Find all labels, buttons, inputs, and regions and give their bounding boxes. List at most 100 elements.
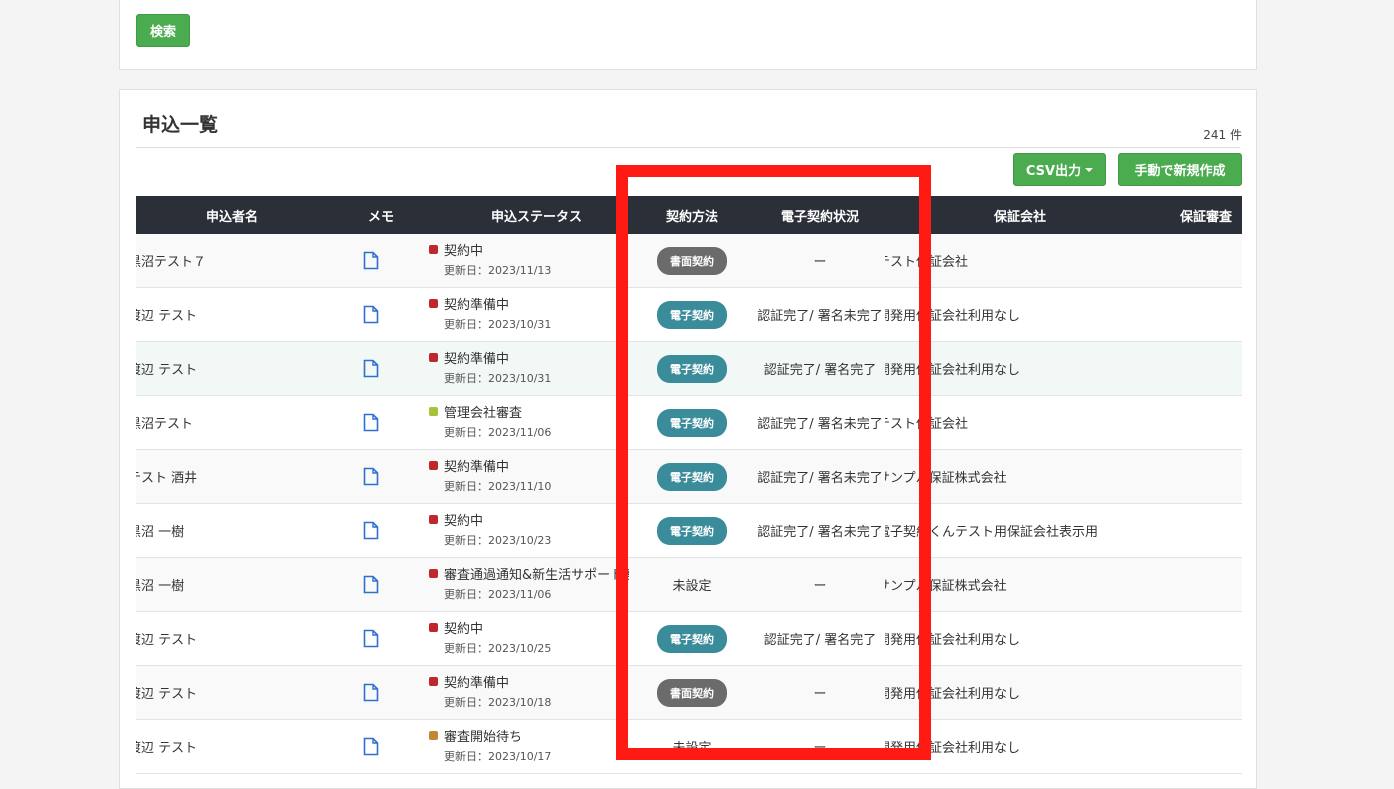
table-row[interactable]: 渡辺 テスト 審査開始待ち 更新日：2023/10/17 未設定 ー 開発用保証… (136, 719, 1242, 774)
document-icon[interactable] (318, 251, 424, 270)
manual-create-button[interactable]: 手動で新規作成 (1118, 153, 1242, 186)
guarantee-review-cell (1115, 611, 1242, 666)
e-contract-status: 認証完了/ 署名未完了 (757, 417, 883, 432)
contract-method-badge: 電子契約 (657, 516, 727, 545)
e-contract-status-cell: ー (755, 557, 885, 612)
applicant-name: テスト 酒井 (136, 471, 198, 486)
caret-down-icon (1085, 167, 1094, 172)
guarantee-review-cell (1115, 287, 1242, 342)
header-guarantor[interactable]: 保証会社 (885, 196, 1115, 234)
table-row[interactable]: 渡辺 テスト 契約準備中 更新日：2023/10/31 電子契約 認証完了/ 署… (136, 287, 1242, 342)
guarantor-cell: 開発用保証会社利用なし (885, 611, 1115, 666)
status-label: 審査通過通知&新生活サポート連携 (444, 567, 629, 583)
applicant-name: 渡辺 テスト (136, 687, 198, 702)
csv-export-label: CSV出力 (1025, 164, 1082, 179)
table-row[interactable]: 黒沼 一樹 契約中 更新日：2023/10/23 電子契約 認証完了/ 署名未完… (136, 503, 1242, 558)
document-icon[interactable] (318, 683, 424, 702)
table-row[interactable]: 渡辺 テスト 契約準備中 更新日：2023/10/18 書面契約 ー 開発用保証… (136, 665, 1242, 720)
applicant-name-cell[interactable]: 黒沼 一樹 (136, 503, 318, 558)
applicant-name-cell[interactable]: 渡辺 テスト (136, 719, 318, 774)
status-indicator (429, 460, 438, 470)
e-contract-status: 認証完了/ 署名未完了 (757, 525, 883, 540)
document-icon[interactable] (318, 521, 424, 540)
status-cell: 契約中 更新日：2023/10/25 (424, 611, 629, 666)
e-contract-status: ー (813, 741, 827, 756)
contract-method-badge: 電子契約 (657, 408, 727, 437)
guarantor-cell: サンプル保証株式会社 (885, 557, 1115, 612)
applicant-name: 黒沼テスト (136, 417, 194, 432)
status-cell: 契約準備中 更新日：2023/10/18 (424, 665, 629, 720)
updated-date: 更新日：2023/10/18 (444, 695, 552, 709)
contract-method-cell: 電子契約 (629, 287, 755, 342)
header-guarantee-review[interactable]: 保証審査 (1115, 196, 1242, 234)
table-row[interactable]: 黒沼 一樹 審査通過通知&新生活サポート連携 更新日：2023/11/06 未設… (136, 557, 1242, 612)
contract-method-cell: 電子契約 (629, 341, 755, 396)
guarantor-name: 開発用保証会社利用なし (885, 633, 1021, 648)
guarantor-name: 開発用保証会社利用なし (885, 363, 1021, 378)
updated-date: 更新日：2023/11/10 (444, 479, 552, 493)
document-icon[interactable] (318, 305, 424, 324)
applicant-name-cell[interactable]: 渡辺 テスト (136, 287, 318, 342)
csv-export-button[interactable]: CSV出力 (1013, 153, 1106, 186)
table-row[interactable]: 黒沼テスト７ 契約中 更新日：2023/11/13 書面契約 ー テスト保証会社 (136, 234, 1242, 288)
guarantor-name: テスト保証会社 (885, 255, 969, 270)
guarantor-cell: 開発用保証会社利用なし (885, 719, 1115, 774)
header-contract-method[interactable]: 契約方法 (629, 196, 755, 234)
contract-method-cell: 電子契約 (629, 503, 755, 558)
table-row[interactable]: テスト 酒井 契約準備中 更新日：2023/11/10 電子契約 認証完了/ 署… (136, 449, 1242, 504)
status-label: 契約中 (444, 513, 484, 529)
e-contract-status-cell: 認証完了/ 署名未完了 (755, 503, 885, 558)
memo-cell (318, 395, 424, 450)
applicant-name-cell[interactable]: 渡辺 テスト (136, 611, 318, 666)
search-button[interactable]: 検索 (136, 14, 190, 47)
status-indicator (429, 676, 438, 686)
document-icon[interactable] (318, 575, 424, 594)
table-row[interactable]: 黒沼テスト 管理会社審査 更新日：2023/11/06 電子契約 認証完了/ 署… (136, 395, 1242, 450)
contract-method-badge: 電子契約 (657, 300, 727, 329)
table-row[interactable]: 渡辺 テスト 契約準備中 更新日：2023/10/31 電子契約 認証完了/ 署… (136, 341, 1242, 396)
guarantor-name: テスト保証会社 (885, 417, 969, 432)
document-icon[interactable] (318, 467, 424, 486)
updated-date: 更新日：2023/11/13 (444, 263, 552, 277)
status-indicator (429, 568, 438, 578)
document-icon[interactable] (318, 359, 424, 378)
applicant-name-cell[interactable]: テスト 酒井 (136, 449, 318, 504)
document-icon[interactable] (318, 629, 424, 648)
guarantor-cell: テスト保証会社 (885, 234, 1115, 288)
status-label: 契約準備中 (444, 297, 510, 313)
updated-date: 更新日：2023/10/31 (444, 371, 552, 385)
applicant-name-cell[interactable]: 渡辺 テスト (136, 341, 318, 396)
guarantor-name: 電子契約くんテスト用保証会社表示用 (885, 525, 1099, 540)
applicant-name-cell[interactable]: 渡辺 テスト (136, 665, 318, 720)
header-e-contract-status[interactable]: 電子契約状況 (755, 196, 885, 234)
guarantor-cell: 開発用保証会社利用なし (885, 287, 1115, 342)
document-icon[interactable] (318, 737, 424, 756)
application-table-wrapper: 申込者名 メモ 申込ステータス 契約方法 電子契約状況 保証会社 保証審査 黒沼… (136, 196, 1242, 788)
total-count: 241 件 (1203, 128, 1242, 142)
header-name[interactable]: 申込者名 (136, 196, 318, 234)
e-contract-status: 認証完了/ 署名完了 (763, 633, 877, 648)
e-contract-status-cell: ー (755, 234, 885, 288)
contract-method-text: 未設定 (672, 579, 712, 594)
status-indicator (429, 352, 438, 362)
guarantor-cell: 開発用保証会社利用なし (885, 665, 1115, 720)
applicant-name: 渡辺 テスト (136, 363, 198, 378)
memo-cell (318, 341, 424, 396)
updated-date: 更新日：2023/10/25 (444, 641, 552, 655)
applicant-name-cell[interactable]: 黒沼テスト７ (136, 234, 318, 288)
applicant-name-cell[interactable]: 黒沼テスト (136, 395, 318, 450)
applicant-name: 黒沼 一樹 (136, 525, 185, 540)
guarantor-name: 開発用保証会社利用なし (885, 741, 1021, 756)
contract-method-badge: 電子契約 (657, 462, 727, 491)
e-contract-status-cell: ー (755, 719, 885, 774)
contract-method-badge: 書面契約 (657, 678, 727, 707)
header-status[interactable]: 申込ステータス (424, 196, 629, 234)
guarantor-name: サンプル保証株式会社 (885, 579, 1007, 594)
search-panel: 検索 (119, 0, 1257, 70)
status-cell: 審査通過通知&新生活サポート連携 更新日：2023/11/06 (424, 557, 629, 612)
document-icon[interactable] (318, 413, 424, 432)
e-contract-status: 認証完了/ 署名完了 (763, 363, 877, 378)
applicant-name-cell[interactable]: 黒沼 一樹 (136, 557, 318, 612)
table-header-row: 申込者名 メモ 申込ステータス 契約方法 電子契約状況 保証会社 保証審査 (136, 196, 1242, 234)
table-row[interactable]: 渡辺 テスト 契約中 更新日：2023/10/25 電子契約 認証完了/ 署名完… (136, 611, 1242, 666)
